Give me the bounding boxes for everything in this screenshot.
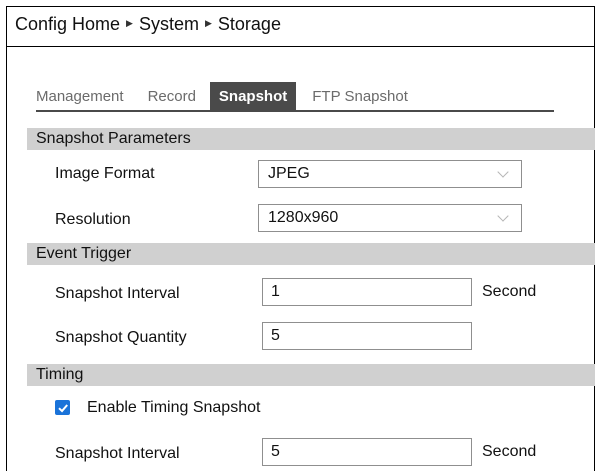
resolution-select[interactable]: 1280x960 (258, 204, 522, 232)
chevron-down-icon (497, 210, 509, 222)
enable-timing-checkbox[interactable] (55, 400, 70, 415)
checkmark-icon (57, 403, 68, 412)
chevron-down-icon (497, 166, 509, 178)
tab-management[interactable]: Management (36, 82, 134, 110)
enable-timing-label: Enable Timing Snapshot (87, 399, 261, 416)
timing-snapshot-interval-label: Snapshot Interval (55, 445, 180, 462)
section-timing: Timing (27, 364, 595, 386)
event-interval-unit: Second (482, 283, 537, 300)
section-snapshot-parameters: Snapshot Parameters (27, 128, 595, 150)
breadcrumb: Config Home ▶ System ▶ Storage (15, 14, 281, 35)
image-format-label: Image Format (55, 165, 155, 182)
header-divider (7, 46, 594, 47)
tab-underline (36, 110, 554, 112)
breadcrumb-config-home[interactable]: Config Home (15, 14, 120, 35)
breadcrumb-system[interactable]: System (139, 14, 199, 35)
play-arrow-icon: ▶ (204, 18, 212, 28)
play-arrow-icon: ▶ (126, 18, 133, 28)
resolution-label: Resolution (55, 211, 131, 228)
timing-interval-unit: Second (482, 443, 537, 460)
tab-snapshot[interactable]: Snapshot (209, 82, 297, 110)
image-format-value: JPEG (268, 165, 310, 182)
section-event-trigger: Event Trigger (27, 243, 595, 265)
snapshot-quantity-label: Snapshot Quantity (55, 329, 187, 346)
timing-snapshot-interval-input[interactable] (262, 438, 472, 466)
breadcrumb-storage: Storage (217, 14, 281, 34)
event-snapshot-interval-input[interactable] (262, 278, 472, 306)
tab-bar: Management Record Snapshot FTP Snapshot (36, 82, 422, 110)
tab-ftp-snapshot[interactable]: FTP Snapshot (302, 82, 418, 110)
event-snapshot-interval-label: Snapshot Interval (55, 285, 180, 302)
image-format-select[interactable]: JPEG (258, 160, 522, 188)
snapshot-quantity-input[interactable] (262, 322, 472, 350)
resolution-value: 1280x960 (268, 209, 339, 226)
tab-record[interactable]: Record (138, 82, 206, 110)
